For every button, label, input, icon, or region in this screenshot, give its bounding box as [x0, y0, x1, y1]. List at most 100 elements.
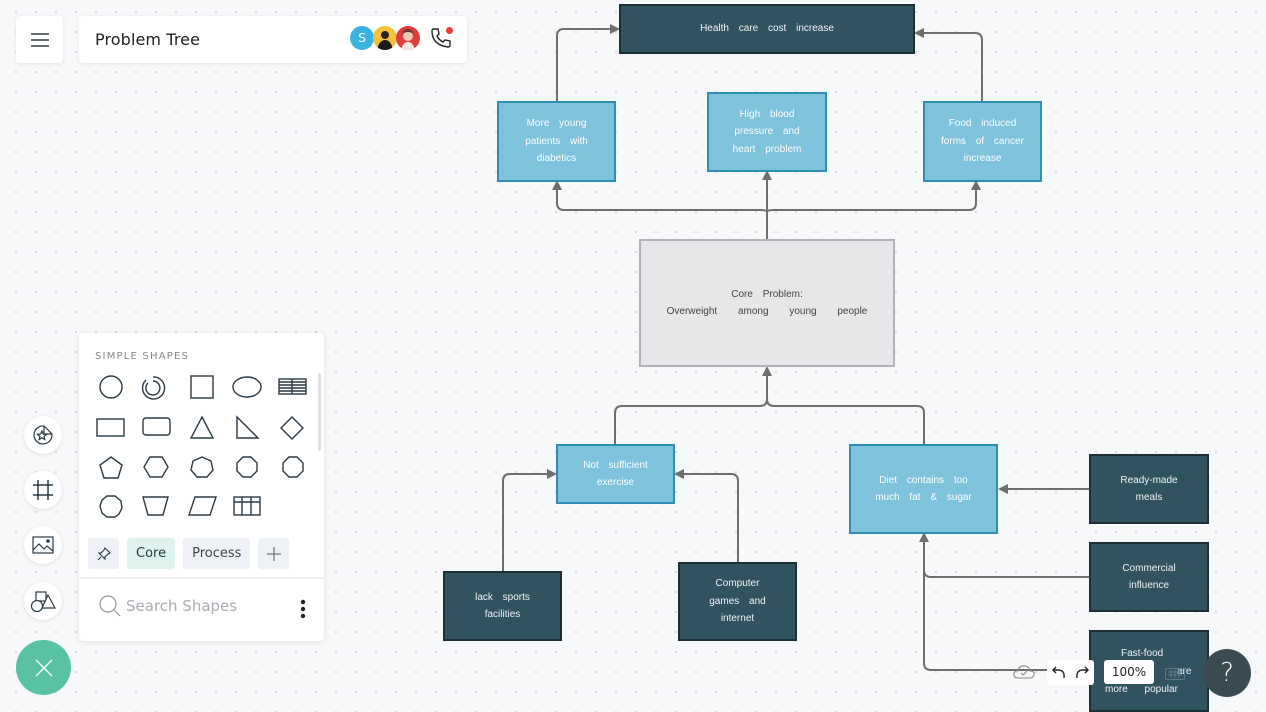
avatar[interactable]: S [350, 26, 374, 50]
tab-process[interactable]: Process [183, 538, 251, 569]
node-label: High blood pressure and heart problem [732, 108, 802, 155]
images-button[interactable] [24, 526, 62, 564]
node-label: More young patients with diabetics [525, 118, 588, 165]
connector-sports-to-exercise [502, 469, 557, 572]
node-health-care-cost[interactable]: Health care cost increase [619, 4, 915, 54]
node-ready-made-meals[interactable]: Ready-made meals [1089, 454, 1209, 524]
more-options-button[interactable] [300, 599, 306, 619]
connector-fastfood-to-diet [923, 570, 1090, 671]
node-label: Computer games and internet [709, 578, 766, 625]
save-status [1012, 662, 1036, 682]
document-title[interactable]: Problem Tree [95, 30, 200, 49]
shape-pentagon[interactable] [99, 456, 123, 479]
help-button[interactable]: ? [1203, 649, 1251, 697]
node-label: Ready-made meals [1120, 474, 1178, 504]
shapes-button[interactable] [24, 582, 62, 620]
connector-diet-to-core [766, 398, 925, 444]
connector-core-to-diabetes [552, 180, 768, 213]
shape-triangle[interactable] [189, 415, 215, 439]
sticker-star-icon [33, 425, 53, 445]
panel-scrollbar[interactable] [318, 373, 321, 451]
add-library-button[interactable] [258, 538, 290, 569]
shapes-panel: SIMPLE SHAPES Core Process Search Shapes [79, 333, 324, 641]
shape-circle[interactable] [99, 375, 123, 399]
connector-commercial-to-diet [919, 532, 1090, 578]
shape-parallelogram[interactable] [188, 496, 217, 516]
shape-octagon[interactable] [236, 456, 258, 478]
avatar-initial: S [358, 31, 366, 45]
shape-donut[interactable] [141, 376, 166, 400]
image-icon [32, 536, 54, 554]
shape-diamond[interactable] [280, 416, 304, 440]
node-core-problem[interactable]: Core Problem: Overweight among young peo… [639, 239, 895, 367]
node-label: Health care cost increase [700, 23, 834, 35]
redo-icon[interactable] [1074, 666, 1090, 680]
node-cancer[interactable]: Food induced forms of cancer increase [923, 101, 1042, 182]
undo-redo-group [1047, 660, 1094, 685]
collaborators: S [350, 26, 453, 50]
connector-computer-to-exercise [674, 469, 739, 562]
node-computer-games[interactable]: Computer games and internet [678, 562, 797, 641]
hamburger-menu-icon [30, 32, 49, 47]
document-title-bar: Problem Tree S [79, 16, 467, 63]
node-label: Food induced forms of cancer increase [941, 118, 1024, 165]
undo-icon[interactable] [1051, 666, 1067, 680]
shape-rounded-rectangle[interactable] [142, 417, 171, 436]
shape-grid[interactable] [233, 496, 261, 516]
shape-heptagon[interactable] [190, 456, 214, 478]
shape-ellipse[interactable] [232, 376, 262, 398]
avatar[interactable] [373, 26, 397, 50]
shape-search [99, 595, 309, 617]
pinned-library-tab[interactable] [88, 538, 119, 569]
node-label: Not sufficient exercise [583, 459, 648, 489]
main-menu-button[interactable] [16, 16, 63, 63]
connector-cancer-to-top [914, 28, 983, 102]
frames-button[interactable] [24, 471, 62, 509]
node-label: Commercial influence [1122, 562, 1176, 592]
shape-table[interactable] [278, 378, 307, 395]
close-toolbar-button[interactable] [16, 640, 71, 695]
avatar[interactable] [396, 26, 420, 50]
library-tabs: Core Process [88, 538, 290, 569]
call-status-dot [446, 27, 453, 34]
plus-icon [266, 546, 281, 561]
person-photo-icon [401, 29, 415, 50]
keyboard-icon [1165, 668, 1185, 680]
templates-button[interactable] [24, 416, 62, 454]
connector-core-to-cancer [766, 180, 981, 213]
node-label: Diet contains too much fat & sugar [875, 474, 972, 504]
person-photo-icon [377, 31, 393, 50]
panel-heading: SIMPLE SHAPES [95, 351, 190, 362]
node-label: lack sports facilities [475, 591, 530, 621]
core-problem-text: Overweight among young people [666, 306, 868, 317]
shape-right-triangle[interactable] [236, 415, 260, 439]
search-icon [99, 595, 121, 617]
zoom-level[interactable]: 100% [1104, 660, 1154, 684]
connector-exercise-to-core [614, 366, 772, 444]
node-not-sufficient-exercise[interactable]: Not sufficient exercise [556, 444, 675, 504]
node-diabetes[interactable]: More young patients with diabetics [497, 101, 616, 182]
pin-icon [97, 546, 111, 560]
frame-icon [33, 480, 53, 500]
node-diet[interactable]: Diet contains too much fat & sugar [849, 444, 998, 534]
node-blood-pressure[interactable]: High blood pressure and heart problem [707, 92, 827, 172]
connector-diabetes-to-top [556, 24, 620, 102]
tab-core[interactable]: Core [127, 538, 176, 569]
vertical-dots-icon [300, 599, 306, 619]
shape-nonagon[interactable] [282, 456, 304, 478]
core-problem-title: Core Problem: [731, 288, 803, 300]
shape-hexagon[interactable] [143, 456, 169, 478]
cloud-saved-icon [1013, 665, 1035, 679]
shape-square[interactable] [190, 375, 214, 399]
keyboard-shortcuts-button[interactable] [1165, 667, 1185, 685]
node-commercial-influence[interactable]: Commercial influence [1089, 542, 1209, 612]
close-icon [35, 659, 52, 676]
shape-trapezoid[interactable] [142, 496, 169, 516]
shape-rectangle[interactable] [96, 418, 125, 437]
call-button[interactable] [429, 26, 453, 50]
search-shapes-input[interactable] [126, 597, 276, 615]
shapes-icon [30, 591, 56, 613]
shape-decagon[interactable] [99, 495, 123, 518]
panel-divider [79, 577, 324, 579]
node-lack-sports[interactable]: lack sports facilities [443, 571, 562, 641]
